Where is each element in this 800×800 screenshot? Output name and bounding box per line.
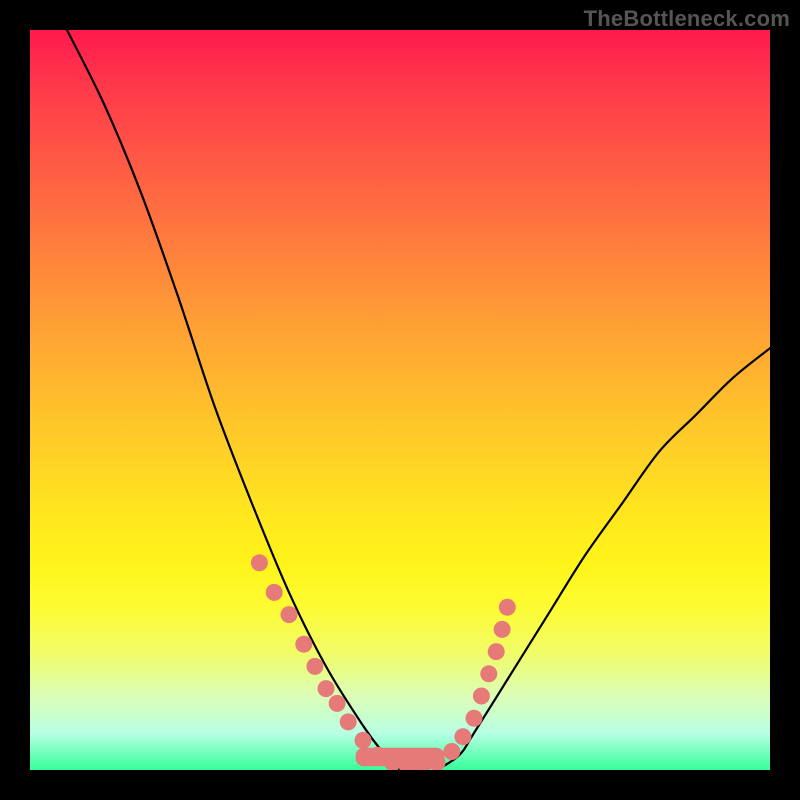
bottleneck-chart — [30, 30, 770, 770]
marker-dot — [295, 636, 312, 653]
marker-dot — [329, 695, 346, 712]
marker-dot — [466, 710, 483, 727]
marker-dot — [473, 688, 490, 705]
marker-dot — [281, 606, 298, 623]
marker-dot — [340, 713, 357, 730]
curve-left-branch — [67, 30, 400, 770]
marker-dot — [488, 643, 505, 660]
marker-dot — [266, 584, 283, 601]
marker-dot — [499, 599, 516, 616]
marker-dot — [318, 680, 335, 697]
marker-dot — [494, 621, 511, 638]
marker-dots-group — [251, 554, 516, 770]
marker-dot — [306, 658, 323, 675]
marker-dot — [480, 665, 497, 682]
watermark-text: TheBottleneck.com — [584, 6, 790, 32]
marker-dot — [443, 743, 460, 760]
marker-dot — [454, 728, 471, 745]
curve-right-branch — [437, 348, 770, 770]
marker-dot — [251, 554, 268, 571]
marker-dot — [369, 747, 386, 764]
marker-dot — [355, 732, 372, 749]
